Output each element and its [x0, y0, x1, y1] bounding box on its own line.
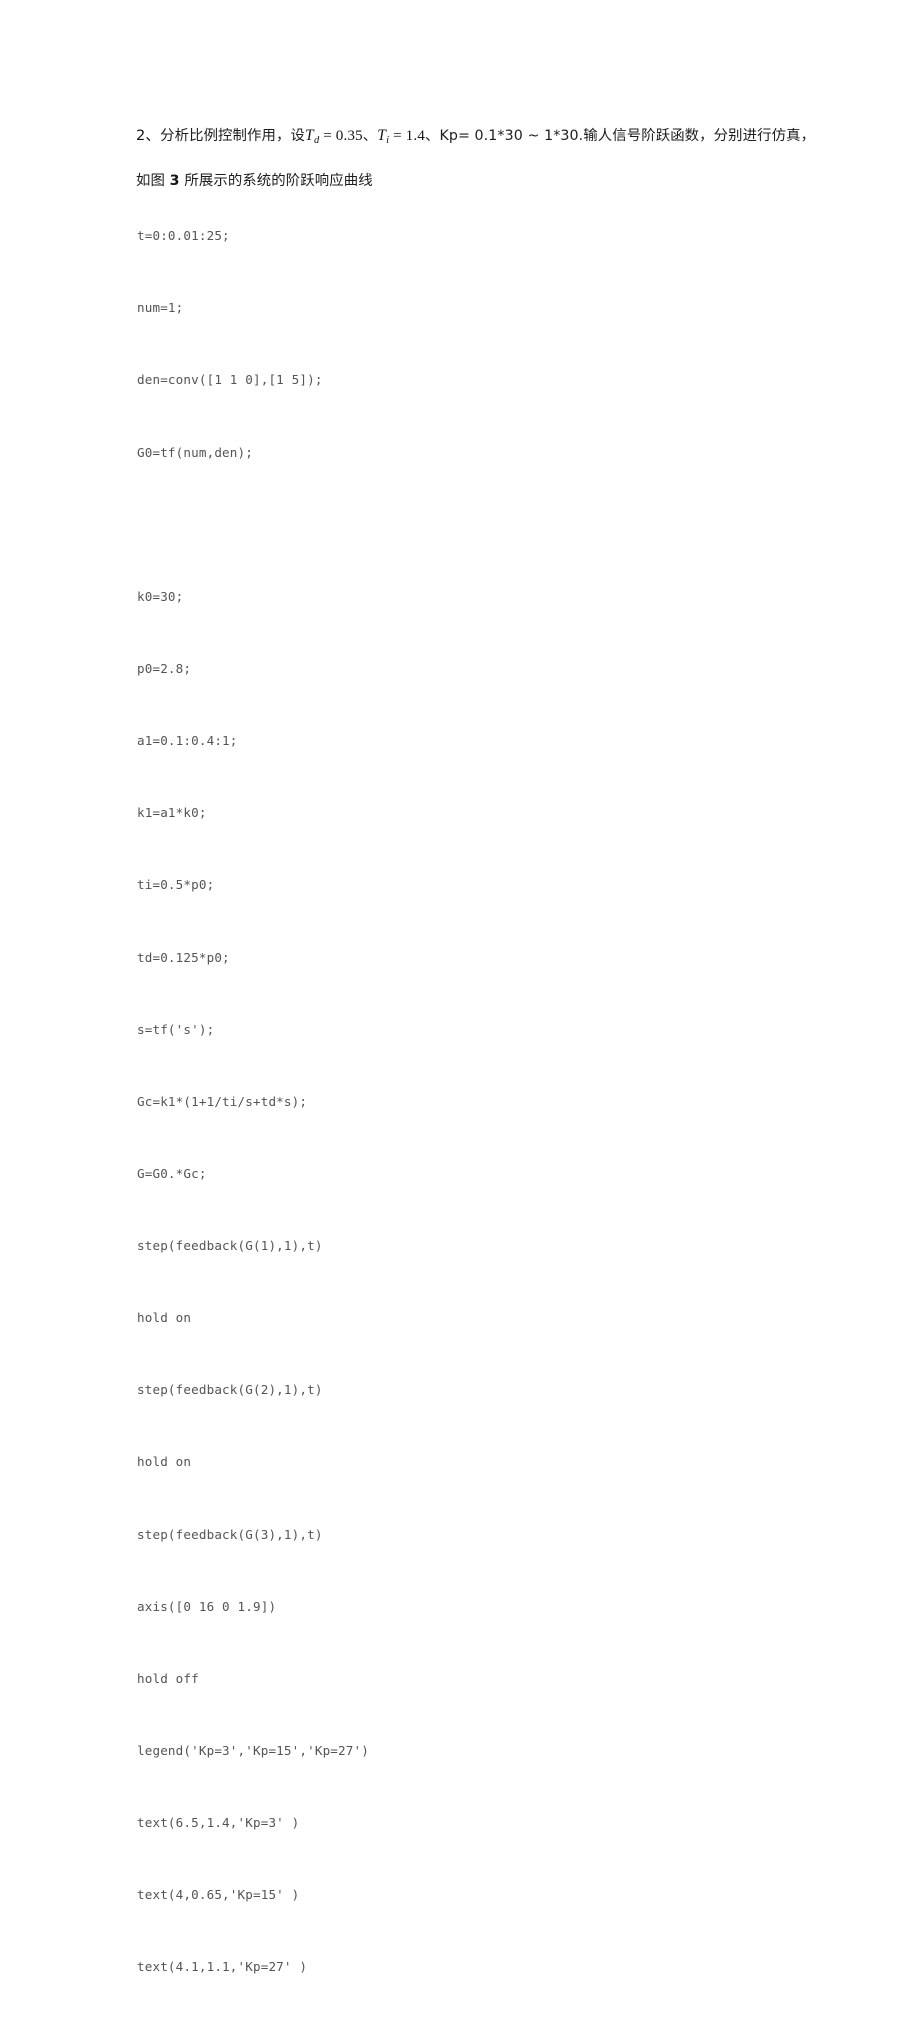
code-line: hold off [137, 1670, 199, 1686]
code-line: den=conv([1 1 0],[1 5]); [137, 372, 323, 388]
math-ti-symbol: T [377, 127, 386, 144]
code-line: axis([0 16 0 1.9]) [137, 1598, 277, 1614]
code-line: t=0:0.01:25; [137, 228, 230, 244]
math-td-value: = 0.35 [319, 127, 363, 144]
code-line: legend('Kp=3','Kp=15','Kp=27') [137, 1743, 369, 1759]
code-line: td=0.125*p0; [137, 949, 230, 965]
math-ti-value: = 1.4 [389, 127, 425, 144]
code-line: step(feedback(G(1),1),t) [137, 1238, 323, 1254]
code-line: num=1; [137, 300, 184, 316]
code-line: k1=a1*k0; [137, 805, 207, 821]
separator-1: 、 [362, 128, 378, 144]
code-line: ti=0.5*p0; [137, 877, 215, 893]
code-line: hold on [137, 1454, 192, 1470]
code-line: a1=0.1:0.4:1; [137, 733, 238, 749]
code-line: step(feedback(G(3),1),t) [137, 1526, 323, 1542]
matlab-code-listing: t=0:0.01:25; num=1; den=conv([1 1 0],[1 … [137, 176, 777, 2028]
math-variable-ti: Ti [377, 127, 389, 146]
code-line: k0=30; [137, 588, 184, 604]
paragraph-text-before-math: 分析比例控制作用，设 [160, 128, 306, 144]
kp-label: Kp= [439, 128, 470, 144]
code-line: G0=tf(num,den); [137, 444, 253, 460]
document-page: 2、分析比例控制作用，设Td = 0.35、Ti = 1.4、Kp= 0.1*3… [0, 0, 920, 1974]
separator-2: 、 [424, 128, 440, 144]
code-line: text(4,0.65,'Kp=15' ) [137, 1887, 300, 1903]
code-line: hold on [137, 1310, 192, 1326]
code-line: G=G0.*Gc; [137, 1165, 207, 1181]
code-line: Gc=k1*(1+1/ti/s+td*s); [137, 1093, 308, 1109]
item-number: 2、 [136, 127, 161, 144]
kp-range-value: 0.1*30 ~ 1*30. [469, 128, 584, 144]
code-line: step(feedback(G(2),1),t) [137, 1382, 323, 1398]
code-line: s=tf('s'); [137, 1021, 215, 1037]
code-line: p0=2.8; [137, 660, 192, 676]
code-line: text(4.1,1.1,'Kp=27' ) [137, 1959, 308, 1975]
math-variable-td: Td [305, 127, 319, 146]
code-line: text(6.5,1.4,'Kp=3' ) [137, 1815, 300, 1831]
math-td-symbol: T [305, 127, 314, 144]
